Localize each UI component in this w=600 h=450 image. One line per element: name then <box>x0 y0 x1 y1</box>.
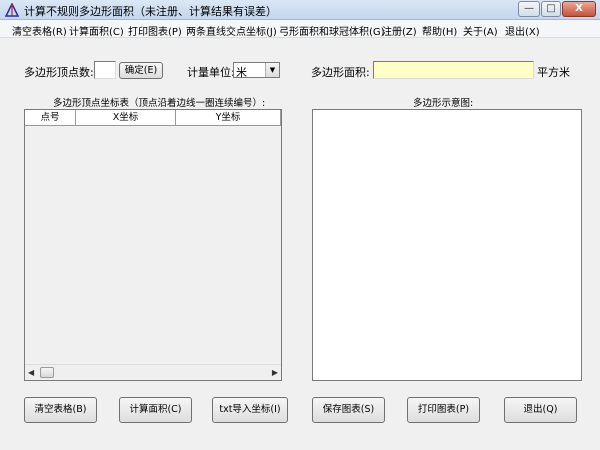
window-title: 计算不规则多边形面积（未注册、计算结果有误差） <box>24 5 277 18</box>
menu-register[interactable]: 注册(Z) <box>382 23 417 38</box>
column-header-x[interactable]: X坐标 <box>76 110 176 126</box>
unit-select[interactable]: 米 ▼ <box>233 62 280 79</box>
menu-compute-area[interactable]: 计算面积(C) <box>69 23 124 38</box>
polygon-diagram-canvas[interactable] <box>312 109 582 381</box>
unit-label: 计量单位: <box>187 66 235 79</box>
coordinate-table[interactable]: 点号 X坐标 Y坐标 ◀ ▶ <box>24 109 282 381</box>
menu-clear-table[interactable]: 清空表格(R) <box>12 23 67 38</box>
print-chart-button[interactable]: 打印图表(P) <box>407 397 480 423</box>
menu-about[interactable]: 关于(A) <box>463 23 498 38</box>
compute-area-button[interactable]: 计算面积(C) <box>119 397 192 423</box>
menu-segment-area[interactable]: 弓形面积和球冠体积(G) <box>279 23 385 38</box>
vertex-count-input[interactable] <box>94 61 116 79</box>
save-chart-button[interactable]: 保存图表(S) <box>312 397 385 423</box>
horizontal-scrollbar[interactable]: ◀ ▶ <box>25 364 281 380</box>
menu-bar: 清空表格(R) 计算面积(C) 打印图表(P) 两条直线交点坐标(J) 弓形面积… <box>0 20 600 38</box>
confirm-button[interactable]: 确定(E) <box>119 62 163 79</box>
scroll-right-icon[interactable]: ▶ <box>272 368 278 377</box>
unit-selected-value: 米 <box>236 66 247 79</box>
column-header-y[interactable]: Y坐标 <box>176 110 281 126</box>
area-label: 多边形面积: <box>311 66 370 79</box>
scroll-left-icon[interactable]: ◀ <box>28 368 34 377</box>
close-button[interactable]: X <box>562 1 596 17</box>
column-header-point[interactable]: 点号 <box>25 110 76 126</box>
minimize-button[interactable]: — <box>518 1 540 17</box>
area-output-field[interactable] <box>373 61 534 79</box>
title-bar: 计算不规则多边形面积（未注册、计算结果有误差） — □ X <box>0 0 600 20</box>
clear-table-button[interactable]: 清空表格(B) <box>24 397 97 423</box>
menu-print-chart[interactable]: 打印图表(P) <box>128 23 182 38</box>
import-txt-button[interactable]: txt导入坐标(I) <box>212 397 288 423</box>
table-body[interactable] <box>25 126 281 364</box>
menu-line-intersection[interactable]: 两条直线交点坐标(J) <box>186 23 277 38</box>
area-unit-label: 平方米 <box>537 66 570 79</box>
diagram-caption: 多边形示意图: <box>413 98 474 109</box>
table-caption: 多边形顶点坐标表（顶点沿着边线一圈连续编号）: <box>53 98 266 109</box>
table-header: 点号 X坐标 Y坐标 <box>25 110 281 126</box>
app-logo-icon <box>5 3 19 17</box>
scroll-thumb[interactable] <box>40 367 54 378</box>
chevron-down-icon[interactable]: ▼ <box>265 63 279 77</box>
menu-help[interactable]: 帮助(H) <box>422 23 457 38</box>
exit-button[interactable]: 退出(Q) <box>504 397 577 423</box>
vertex-count-label: 多边形顶点数: <box>24 66 94 79</box>
menu-exit[interactable]: 退出(X) <box>505 23 540 38</box>
maximize-button[interactable]: □ <box>541 1 561 17</box>
